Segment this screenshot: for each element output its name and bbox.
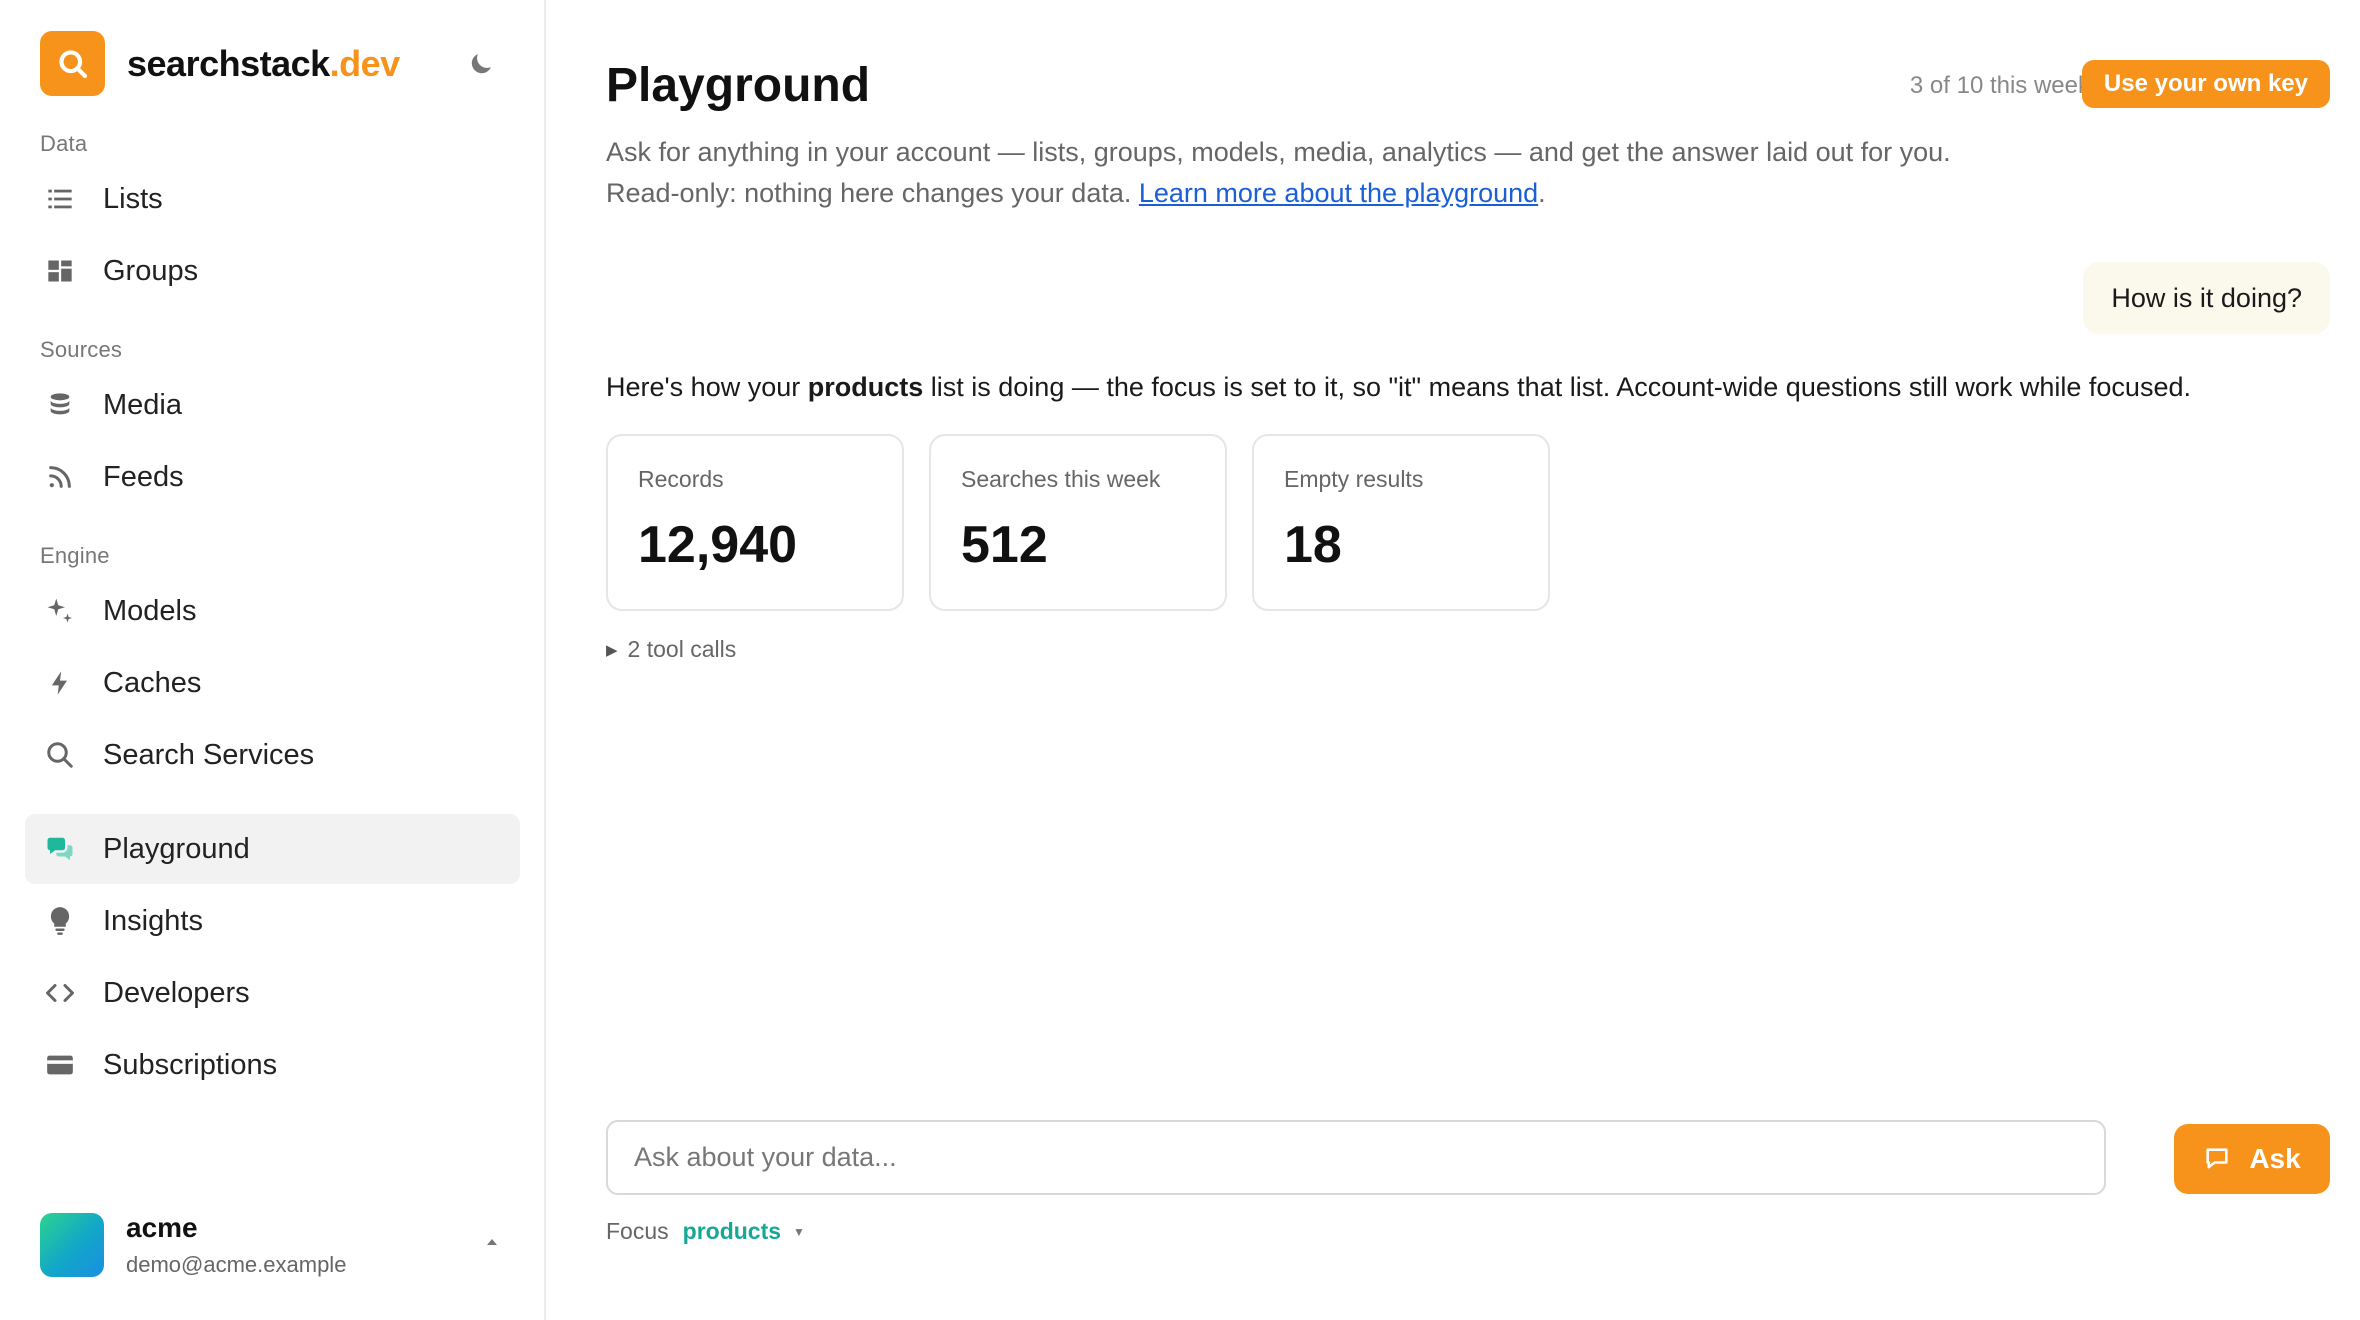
tool-calls-toggle[interactable]: ▶ 2 tool calls bbox=[606, 636, 736, 663]
description-line-1: Ask for anything in your account — lists… bbox=[606, 137, 1951, 167]
focus-row: Focus products ▼ bbox=[606, 1218, 805, 1245]
brand-name: searchstack.dev bbox=[127, 43, 400, 85]
sidebar-item-label: Models bbox=[103, 594, 197, 627]
focus-value: products bbox=[682, 1218, 782, 1244]
sidebar-item-groups[interactable]: Groups bbox=[25, 236, 520, 306]
stat-label: Empty results bbox=[1284, 466, 1424, 492]
ask-button-label: Ask bbox=[2249, 1143, 2301, 1174]
sidebar-item-label: Developers bbox=[103, 976, 250, 1009]
sidebar-item-caches[interactable]: Caches bbox=[25, 648, 520, 718]
brand-logo-icon bbox=[40, 31, 105, 96]
description-suffix: . bbox=[1538, 178, 1546, 208]
account-name: acme bbox=[126, 1212, 198, 1243]
sidebar-item-feeds[interactable]: Feeds bbox=[25, 442, 520, 512]
sidebar-item-label: Subscriptions bbox=[103, 1048, 278, 1081]
stat-value: 12,940 bbox=[638, 516, 798, 574]
sidebar-item-label: Playground bbox=[103, 832, 250, 865]
answer-prefix: Here's how your bbox=[606, 372, 808, 402]
stat-card-empty-results: Empty results 18 bbox=[1252, 434, 1550, 611]
user-message-bubble: How is it doing? bbox=[2083, 262, 2330, 334]
account-switcher[interactable]: acme demo@acme.example bbox=[40, 1200, 504, 1290]
description-prefix: Read-only: nothing here changes your dat… bbox=[606, 178, 1139, 208]
grid-icon bbox=[43, 254, 77, 288]
chat-icon bbox=[43, 832, 77, 866]
stat-label: Records bbox=[638, 466, 724, 492]
focus-label: Focus bbox=[606, 1218, 669, 1244]
expand-triangle-icon: ▶ bbox=[606, 641, 618, 659]
sidebar-item-models[interactable]: Models bbox=[25, 576, 520, 646]
stat-label: Searches this week bbox=[961, 466, 1161, 492]
brand-tld: .dev bbox=[329, 42, 401, 84]
sidebar: searchstack.dev Data Lists Groups Source… bbox=[0, 0, 546, 1320]
sidebar-item-playground[interactable]: Playground bbox=[25, 814, 520, 884]
account-text: acme demo@acme.example bbox=[126, 1212, 346, 1278]
stat-value: 512 bbox=[961, 516, 1048, 574]
sidebar-item-insights[interactable]: Insights bbox=[25, 886, 520, 956]
sidebar-item-label: Media bbox=[103, 388, 182, 421]
sidebar-item-lists[interactable]: Lists bbox=[25, 164, 520, 234]
focus-select[interactable]: products ▼ bbox=[683, 1218, 805, 1245]
page-description: Ask for anything in your account — lists… bbox=[606, 132, 1951, 214]
list-icon bbox=[43, 182, 77, 216]
card-icon bbox=[43, 1048, 77, 1082]
account-email: demo@acme.example bbox=[126, 1252, 347, 1277]
answer-list-name: products bbox=[807, 372, 924, 402]
rss-icon bbox=[43, 460, 77, 494]
use-own-key-button[interactable]: Use your own key bbox=[2081, 60, 2330, 108]
search-icon bbox=[43, 738, 77, 772]
app-root: searchstack.dev Data Lists Groups Source… bbox=[0, 0, 2360, 1320]
page-title: Playground bbox=[606, 59, 871, 112]
database-icon bbox=[43, 388, 77, 422]
nav-section-sources: Sources bbox=[40, 337, 123, 362]
sidebar-item-media[interactable]: Media bbox=[25, 370, 520, 440]
brand-wordmark: searchstack bbox=[127, 42, 330, 84]
sidebar-item-search-services[interactable]: Search Services bbox=[25, 720, 520, 790]
code-icon bbox=[43, 976, 77, 1010]
usage-counter: 3 of 10 this week bbox=[1909, 72, 2090, 99]
answer-suffix: list is doing — the focus is set to it, … bbox=[923, 372, 2191, 402]
caret-down-icon: ▼ bbox=[793, 1224, 805, 1239]
chat-bubble-icon bbox=[2203, 1145, 2231, 1173]
nav-section-engine: Engine bbox=[40, 543, 110, 568]
main-content: Playground 3 of 10 this week Use your ow… bbox=[546, 0, 2360, 1320]
stat-card-searches: Searches this week 512 bbox=[929, 434, 1227, 611]
sidebar-item-label: Groups bbox=[103, 254, 199, 287]
moon-icon[interactable] bbox=[466, 49, 496, 79]
sidebar-item-subscriptions[interactable]: Subscriptions bbox=[25, 1030, 520, 1100]
ask-button[interactable]: Ask bbox=[2174, 1124, 2330, 1194]
sidebar-item-label: Caches bbox=[103, 666, 202, 699]
learn-more-link[interactable]: Learn more about the playground bbox=[1139, 178, 1538, 208]
caret-up-icon[interactable] bbox=[480, 1230, 504, 1254]
sidebar-item-developers[interactable]: Developers bbox=[25, 958, 520, 1028]
bolt-icon bbox=[43, 666, 77, 700]
sidebar-item-label: Search Services bbox=[103, 738, 315, 771]
stat-card-records: Records 12,940 bbox=[606, 434, 904, 611]
assistant-answer: Here's how your products list is doing —… bbox=[606, 372, 2191, 403]
tool-calls-label: 2 tool calls bbox=[627, 636, 737, 662]
stat-value: 18 bbox=[1284, 516, 1342, 574]
brand[interactable]: searchstack.dev bbox=[40, 31, 504, 96]
sidebar-item-label: Feeds bbox=[103, 460, 184, 493]
description-line-2: Read-only: nothing here changes your dat… bbox=[606, 173, 1951, 214]
nav-section-data: Data bbox=[40, 131, 88, 156]
sidebar-item-label: Lists bbox=[103, 182, 163, 215]
sidebar-item-label: Insights bbox=[103, 904, 203, 937]
sparkle-icon bbox=[43, 594, 77, 628]
avatar bbox=[40, 1213, 104, 1277]
ask-input[interactable] bbox=[606, 1120, 2106, 1195]
lightbulb-icon bbox=[43, 904, 77, 938]
